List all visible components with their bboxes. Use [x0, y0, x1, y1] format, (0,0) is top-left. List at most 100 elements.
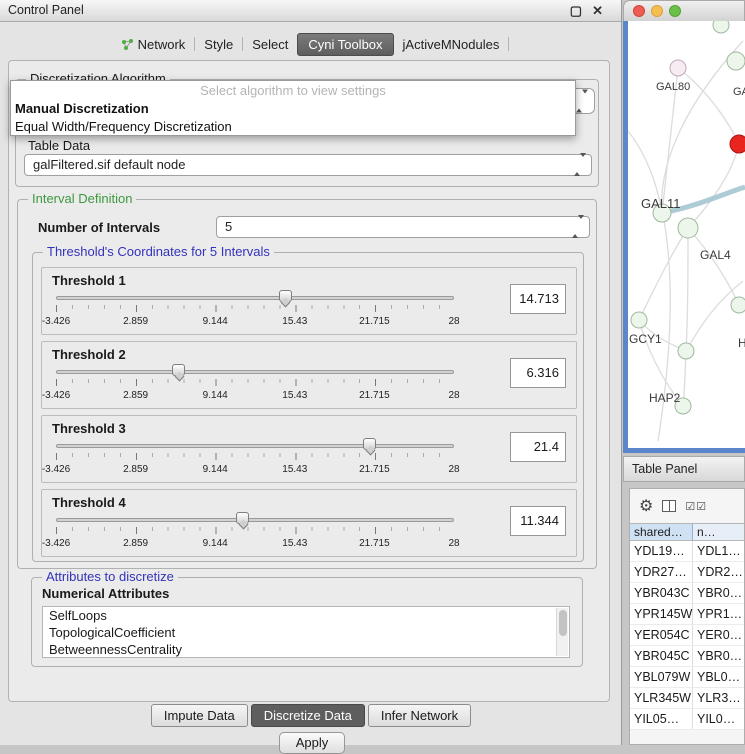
threshold-value-field[interactable]: 6.316: [510, 358, 566, 388]
menu-item-manual-discretization[interactable]: Manual Discretization: [11, 100, 575, 118]
threshold-slider[interactable]: -3.426 2.859 9.144 15.43 21.715 28: [56, 366, 454, 406]
threshold-panel: Threshold 3 -3.426 2.859 9.144 15.43 21.…: [41, 415, 577, 483]
threshold-slider[interactable]: -3.426 2.859 9.144 15.43 21.715 28: [56, 440, 454, 480]
table-row[interactable]: YDL19…YDL1…: [630, 541, 744, 562]
column-header[interactable]: shared…: [630, 524, 693, 540]
table-cell[interactable]: YBR043C: [630, 583, 693, 603]
tab-cyni-toolbox[interactable]: Cyni Toolbox: [297, 33, 393, 56]
tick-label: -3.426: [42, 464, 70, 475]
tab-infer-network[interactable]: Infer Network: [368, 704, 471, 727]
node[interactable]: [678, 218, 698, 238]
table-row[interactable]: YBR043CYBR0…: [630, 583, 744, 604]
node[interactable]: [631, 312, 647, 328]
threshold-slider[interactable]: -3.426 2.859 9.144 15.43 21.715 28: [56, 514, 454, 554]
network-edges: [628, 41, 743, 441]
node-label: GAL80: [656, 81, 690, 93]
threshold-value-field[interactable]: 14.713: [510, 284, 566, 314]
selected-node[interactable]: [730, 135, 745, 153]
table-row[interactable]: YBR045CYBR0…: [630, 646, 744, 667]
threshold-value-field[interactable]: 11.344: [510, 506, 566, 536]
node[interactable]: [731, 297, 745, 313]
slider-track: [56, 518, 454, 522]
minimize-traffic-light-icon[interactable]: [651, 5, 663, 17]
close-icon[interactable]: ✕: [592, 0, 603, 21]
table-cell[interactable]: YDL1…: [693, 541, 744, 561]
network-canvas[interactable]: GAL80 GA GAL11 GAL4 GCY1 H HAP2: [628, 21, 745, 448]
table-cell[interactable]: YDR27…: [630, 562, 693, 582]
threshold-slider[interactable]: -3.426 2.859 9.144 15.43 21.715 28: [56, 292, 454, 332]
tick-label: 9.144: [203, 538, 228, 549]
select-columns-icon[interactable]: ☑☑: [685, 500, 707, 513]
table-cell[interactable]: YBL0…: [693, 667, 744, 687]
tab-jactivemnodules[interactable]: jActiveMNodules: [394, 33, 509, 56]
list-item[interactable]: TopologicalCoefficient: [43, 624, 569, 641]
tab-label: Network: [138, 37, 186, 52]
tick-label: 9.144: [203, 316, 228, 327]
slider-thumb[interactable]: [236, 512, 249, 524]
scrollbar-thumb[interactable]: [559, 610, 567, 636]
table-row[interactable]: YER054CYER0…: [630, 625, 744, 646]
float-window-icon[interactable]: ▢: [570, 0, 582, 21]
table-cell[interactable]: YBR0…: [693, 583, 744, 603]
thresholds-group: Threshold's Coordinates for 5 Intervals …: [32, 252, 584, 562]
menu-item-equal-width-frequency[interactable]: Equal Width/Frequency Discretization: [11, 118, 575, 136]
node[interactable]: [678, 343, 694, 359]
table-cell[interactable]: YIL0…: [693, 709, 744, 729]
node[interactable]: [727, 52, 745, 70]
tab-style[interactable]: Style: [195, 33, 242, 56]
table-cell[interactable]: YLR345W: [630, 688, 693, 708]
slider-major-ticks: [56, 305, 455, 312]
zoom-traffic-light-icon[interactable]: [669, 5, 681, 17]
slider-tick-labels: -3.426 2.859 9.144 15.43 21.715 28: [56, 538, 454, 550]
table-data-combobox[interactable]: galFiltered.sif default node: [24, 154, 592, 176]
tab-label: Cyni Toolbox: [308, 37, 382, 52]
node-label-clipped: H: [738, 336, 745, 350]
table-cell[interactable]: YER054C: [630, 625, 693, 645]
tab-label: jActiveMNodules: [403, 37, 500, 52]
table-row[interactable]: YDR27…YDR2…: [630, 562, 744, 583]
tick-label: -3.426: [42, 390, 70, 401]
tab-select[interactable]: Select: [243, 33, 297, 56]
table-cell[interactable]: YBL079W: [630, 667, 693, 687]
node[interactable]: [713, 21, 729, 33]
table-cell[interactable]: YBR0…: [693, 646, 744, 666]
apply-button[interactable]: Apply: [279, 732, 345, 754]
algorithm-combobox-edge[interactable]: [576, 88, 595, 114]
table-row[interactable]: YBL079WYBL0…: [630, 667, 744, 688]
table-row[interactable]: YLR345WYLR3…: [630, 688, 744, 709]
tab-network[interactable]: Network: [112, 33, 195, 56]
list-scrollbar[interactable]: [556, 608, 568, 656]
table-cell[interactable]: YIL05…: [630, 709, 693, 729]
table-cell[interactable]: YDL19…: [630, 541, 693, 561]
table-cell[interactable]: YBR045C: [630, 646, 693, 666]
close-traffic-light-icon[interactable]: [633, 5, 645, 17]
table-cell[interactable]: YLR3…: [693, 688, 744, 708]
list-item[interactable]: BetweennessCentrality: [43, 641, 569, 658]
tab-impute-data[interactable]: Impute Data: [151, 704, 248, 727]
table-header-row: shared… n…: [630, 523, 744, 541]
tick-label: 21.715: [359, 538, 390, 549]
table-data-value: galFiltered.sif default node: [33, 157, 185, 172]
slider-thumb[interactable]: [363, 438, 376, 450]
tick-label: 2.859: [123, 464, 148, 475]
list-item[interactable]: SelfLoops: [43, 607, 569, 624]
slider-major-ticks: [56, 527, 455, 534]
table-cell[interactable]: YPR1…: [693, 604, 744, 624]
slider-track: [56, 370, 454, 374]
node[interactable]: [670, 60, 686, 76]
columns-icon[interactable]: [662, 500, 676, 512]
tab-discretize-data[interactable]: Discretize Data: [251, 704, 365, 727]
table-row[interactable]: YIL05…YIL0…: [630, 709, 744, 730]
threshold-value-field[interactable]: 21.4: [510, 432, 566, 462]
table-cell[interactable]: YPR145W: [630, 604, 693, 624]
table-row[interactable]: YPR145WYPR1…: [630, 604, 744, 625]
slider-thumb[interactable]: [279, 290, 292, 302]
slider-thumb[interactable]: [172, 364, 185, 376]
table-cell[interactable]: YER0…: [693, 625, 744, 645]
number-of-intervals-combobox[interactable]: 5: [216, 216, 590, 238]
column-header[interactable]: n…: [693, 524, 744, 540]
table-cell[interactable]: YDR2…: [693, 562, 744, 582]
gear-icon[interactable]: ⚙: [639, 496, 653, 516]
tick-label: 2.859: [123, 390, 148, 401]
tick-label: 28: [448, 538, 459, 549]
